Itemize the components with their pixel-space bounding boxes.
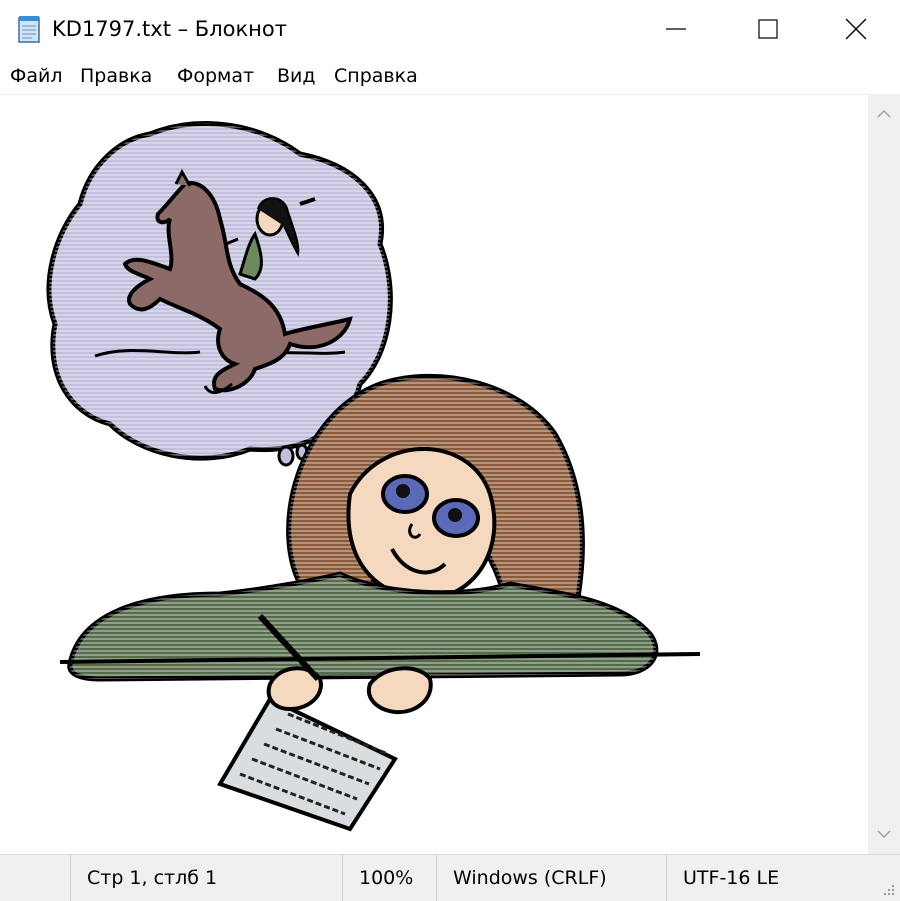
menu-edit[interactable]: Правка xyxy=(78,64,154,88)
notepad-icon xyxy=(14,14,44,44)
resize-grip-icon[interactable] xyxy=(880,881,896,897)
minimize-icon xyxy=(666,28,686,30)
writing-paper xyxy=(217,696,398,832)
zoom-level: 100% xyxy=(342,855,436,901)
menu-help[interactable]: Справка xyxy=(332,64,420,88)
maximize-icon xyxy=(758,19,778,39)
menu-file[interactable]: Файл xyxy=(8,64,65,88)
scroll-down-button[interactable] xyxy=(868,814,900,854)
ascii-art-drawing xyxy=(46,121,701,832)
menu-format[interactable]: Формат xyxy=(175,64,256,88)
title-bar[interactable]: KD1797.txt – Блокнот xyxy=(0,0,900,58)
girl-face xyxy=(346,447,497,602)
minimize-button[interactable] xyxy=(630,0,722,58)
chevron-down-icon xyxy=(877,830,891,839)
line-ending: Windows (CRLF) xyxy=(436,855,666,901)
chevron-up-icon xyxy=(877,109,891,118)
status-bar: Стр 1, стлб 1 100% Windows (CRLF) UTF-16… xyxy=(0,854,900,901)
scroll-up-button[interactable] xyxy=(868,94,900,134)
vertical-scrollbar[interactable] xyxy=(868,94,900,854)
menu-bar: Файл Правка Формат Вид Справка xyxy=(0,58,900,94)
close-icon xyxy=(845,18,867,40)
window-title: KD1797.txt – Блокнот xyxy=(52,17,287,41)
menu-view[interactable]: Вид xyxy=(275,64,318,88)
encoding: UTF-16 LE xyxy=(666,855,876,901)
maximize-button[interactable] xyxy=(722,0,814,58)
cursor-position: Стр 1, стлб 1 xyxy=(70,855,342,901)
girl-sweater xyxy=(59,571,701,682)
close-button[interactable] xyxy=(810,0,900,58)
